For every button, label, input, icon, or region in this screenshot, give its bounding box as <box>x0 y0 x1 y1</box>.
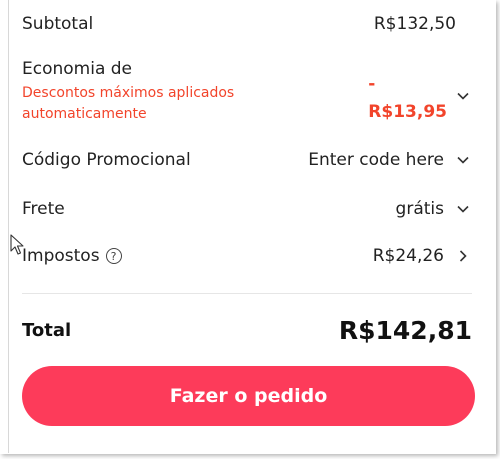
taxes-value: R$24,26 <box>372 246 444 266</box>
total-label: Total <box>22 320 72 341</box>
discount-sign: - <box>368 74 376 94</box>
taxes-label-group: Impostos? <box>22 246 122 266</box>
card-left-border <box>8 0 9 453</box>
promo-code-row[interactable]: Código Promocional Enter code here <box>22 150 472 170</box>
discount-value: R$13,95 <box>368 102 447 122</box>
discount-amount: - R$13,95 <box>368 70 447 126</box>
total-row: Total R$142,81 <box>22 316 472 345</box>
place-order-button[interactable]: Fazer o pedido <box>22 366 475 426</box>
discount-label: Economia de <box>22 59 133 79</box>
mouse-cursor-icon <box>10 234 24 255</box>
chevron-down-icon[interactable] <box>454 151 472 169</box>
taxes-row[interactable]: Impostos? R$24,26 <box>22 246 472 266</box>
shipping-label: Frete <box>22 199 65 219</box>
taxes-label: Impostos <box>22 246 100 266</box>
chevron-down-icon[interactable] <box>454 200 472 218</box>
chevron-right-icon[interactable] <box>454 247 472 265</box>
subtotal-value: R$132,50 <box>373 14 456 34</box>
total-value: R$142,81 <box>338 316 472 345</box>
discount-info: Economia de Descontos máximos aplicados … <box>22 58 282 125</box>
promo-code-input[interactable]: Enter code here <box>308 150 444 170</box>
help-icon[interactable]: ? <box>105 248 122 264</box>
chevron-down-icon[interactable] <box>454 87 472 105</box>
summary-divider <box>22 293 472 294</box>
promo-code-label: Código Promocional <box>22 150 191 170</box>
subtotal-row: Subtotal R$132,50 <box>22 14 472 34</box>
shipping-value: grátis <box>395 199 444 219</box>
subtotal-label: Subtotal <box>22 14 94 34</box>
discount-note: Descontos máximos aplicados automaticame… <box>22 85 235 122</box>
order-summary-card: Subtotal R$132,50 Economia de Descontos … <box>0 0 496 454</box>
shipping-row[interactable]: Frete grátis <box>22 199 472 219</box>
